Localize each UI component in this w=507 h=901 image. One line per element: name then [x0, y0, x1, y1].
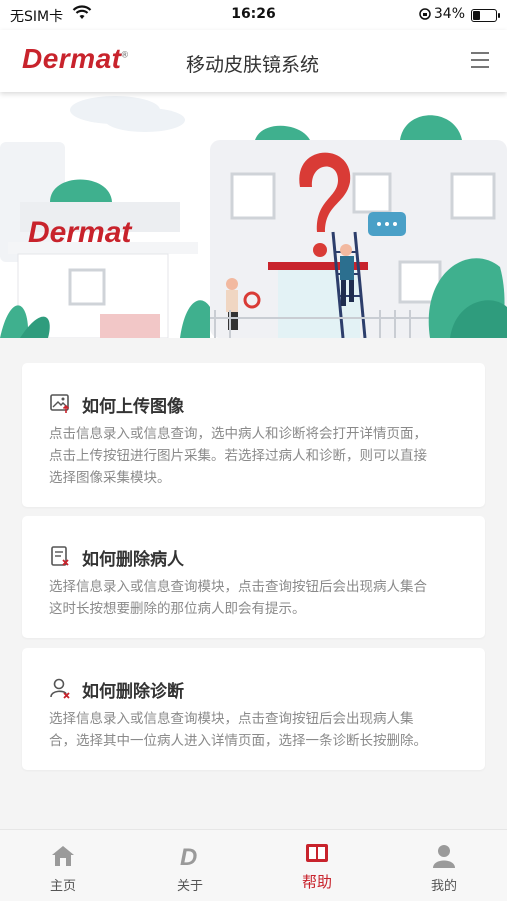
battery-percent: 34%	[433, 6, 465, 22]
help-card-body: 选择信息录入或信息查询模块，点击查询按钮后会出现病人集 合，选择其中一位病人进入…	[49, 711, 427, 749]
help-card-body: 选择信息录入或信息查询模块，点击查询按钮后会出现病人集合 这时长按想要删除的那位…	[49, 579, 427, 617]
help-card-title: 如何上传图像	[82, 397, 184, 417]
home-icon	[52, 846, 74, 866]
tab-mine[interactable]: 我的	[381, 830, 507, 901]
help-card-body: 点击信息录入或信息查询，选中病人和诊断将会打开详情页面， 点击上传按钮进行图片采…	[49, 426, 427, 486]
banner-dermat-sign: Dermat	[28, 216, 133, 249]
app-header: Dermat® 移动皮肤镜系统	[0, 30, 507, 92]
tab-label: 主页	[49, 879, 76, 894]
help-card-upload-image[interactable]: 如何上传图像 点击信息录入或信息查询，选中病人和诊断将会打开详情页面， 点击上传…	[22, 363, 485, 507]
book-icon	[306, 844, 328, 862]
delete-document-icon	[51, 546, 69, 566]
page-title: 移动皮肤镜系统	[186, 54, 320, 76]
help-card-delete-patient[interactable]: 如何删除病人 选择信息录入或信息查询模块，点击查询按钮后会出现病人集合 这时长按…	[22, 516, 485, 638]
status-bar: 无SIM卡 16:26 34%	[0, 0, 507, 30]
tab-about[interactable]: D 关于	[127, 830, 253, 901]
banner-illustration: Dermat	[0, 92, 507, 338]
dermat-logo: Dermat®	[22, 43, 129, 74]
tab-label: 关于	[176, 879, 203, 894]
svg-text:D: D	[180, 844, 197, 869]
bottom-tab-bar: 主页 D 关于 帮助 我的	[0, 829, 507, 901]
d-logo-icon: D	[180, 844, 197, 869]
help-card-title: 如何删除诊断	[82, 682, 184, 702]
menu-icon[interactable]	[471, 52, 489, 73]
person-icon	[433, 845, 455, 868]
rotation-lock-icon	[419, 8, 431, 20]
help-card-title: 如何删除病人	[82, 550, 184, 570]
battery-icon	[471, 9, 500, 22]
image-upload-icon	[50, 394, 70, 413]
tab-help[interactable]: 帮助	[254, 830, 380, 901]
tab-home[interactable]: 主页	[0, 830, 126, 901]
tab-label: 帮助	[301, 873, 332, 891]
user-delete-icon	[50, 678, 70, 699]
battery-fill	[473, 11, 480, 20]
tab-label: 我的	[430, 879, 457, 894]
help-card-delete-diagnosis[interactable]: 如何删除诊断 选择信息录入或信息查询模块，点击查询按钮后会出现病人集 合，选择其…	[22, 648, 485, 770]
